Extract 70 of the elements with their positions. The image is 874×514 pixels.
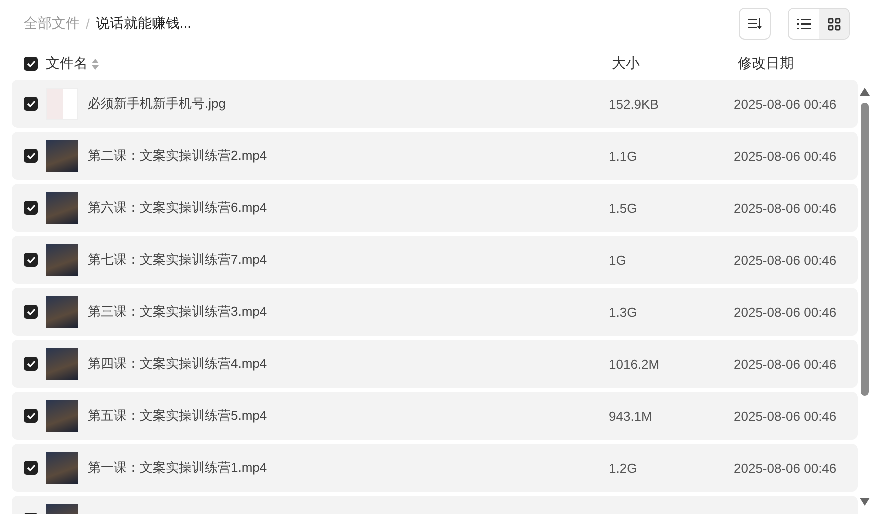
thumbnail-image (46, 452, 78, 484)
file-size: 943.1M (609, 408, 654, 424)
checkmark-icon (26, 360, 36, 368)
checkmark-icon (26, 308, 36, 316)
file-size: 1.3G (609, 304, 638, 320)
checkmark-icon (26, 152, 36, 160)
file-name: 第三课：文案实操训练营3.mp4 (88, 303, 268, 321)
file-size: 152.9KB (609, 96, 660, 112)
file-row[interactable]: 第一课：文案实操训练营1.mp4 1.2G 2025-08-06 00:46 (12, 444, 858, 492)
thumbnail-image (46, 192, 78, 224)
checkmark-icon (26, 256, 36, 264)
breadcrumb-link[interactable]: 说话就能赚钱... (96, 15, 192, 33)
file-size: 1.5G (609, 200, 638, 216)
file-row[interactable]: 第七课：文案实操训练营7.mp4 1G 2025-08-06 00:46 (12, 236, 858, 284)
file-name: 第五课：文案实操训练营5.mp4 (88, 407, 268, 425)
checkmark-icon (26, 204, 36, 212)
checkmark-icon (26, 60, 36, 68)
modified-date: 2025-08-06 00:46 (734, 304, 837, 320)
file-size: 1.1G (609, 148, 638, 164)
modified-date: 2025-08-06 00:46 (734, 200, 837, 216)
checkmark-icon (26, 100, 36, 108)
checkbox[interactable] (24, 253, 38, 267)
checkbox[interactable] (24, 57, 38, 71)
checkbox[interactable] (24, 305, 38, 319)
thumbnail-image (46, 348, 78, 380)
column-header[interactable]: 文件名 (46, 55, 88, 73)
modified-date: 2025-08-06 00:46 (734, 148, 837, 164)
sort-icon (748, 18, 762, 30)
modified-date: 2025-08-06 00:46 (734, 408, 837, 424)
checkbox[interactable] (24, 201, 38, 215)
sort-button[interactable] (739, 8, 771, 40)
grid-view-button[interactable] (819, 9, 849, 39)
checkbox[interactable] (24, 409, 38, 423)
checkbox[interactable] (24, 97, 38, 111)
thumbnail-image (46, 400, 78, 432)
grid-icon (828, 18, 840, 30)
modified-date: 2025-08-06 00:46 (734, 356, 837, 372)
modified-date: 2025-08-06 00:46 (734, 96, 837, 112)
file-row[interactable]: 第五课：文案实操训练营5.mp4 943.1M 2025-08-06 00:46 (12, 392, 858, 440)
file-name: 必须新手机新手机号.jpg (88, 95, 227, 113)
modified-date: 2025-08-06 00:46 (734, 252, 837, 268)
column-header[interactable]: 修改日期 (738, 55, 794, 73)
modified-date: 2025-08-06 00:46 (734, 460, 837, 476)
file-name: 第四课：文案实操训练营4.mp4 (88, 355, 268, 373)
list-icon (797, 18, 811, 30)
breadcrumb-separator: / (86, 16, 90, 32)
file-name: 第一课：文案实操训练营1.mp4 (88, 459, 268, 477)
checkmark-icon (26, 412, 36, 420)
thumbnail-image (46, 140, 78, 172)
checkbox[interactable] (24, 357, 38, 371)
thumbnail-image (46, 244, 78, 276)
scrollbar-thumb[interactable] (861, 103, 869, 396)
file-row[interactable]: 第二课：文案实操训练营2.mp4 1.1G 2025-08-06 00:46 (12, 132, 858, 180)
file-row[interactable]: 第三课：文案实操训练营3.mp4 1.3G 2025-08-06 00:46 (12, 288, 858, 336)
thumbnail-image (46, 296, 78, 328)
file-row[interactable]: 第六课：文案实操训练营6.mp4 1.5G 2025-08-06 00:46 (12, 184, 858, 232)
scroll-down-icon[interactable] (860, 498, 870, 506)
file-size: 1016.2M (609, 356, 661, 372)
file-row[interactable]: 第四课：文案实操训练营4.mp4 1016.2M 2025-08-06 00:46 (12, 340, 858, 388)
checkbox[interactable] (24, 461, 38, 475)
file-size: 1.2G (609, 460, 638, 476)
checkmark-icon (26, 464, 36, 472)
checkbox[interactable] (24, 149, 38, 163)
file-row[interactable]: 必须新手机新手机号.jpg 152.9KB 2025-08-06 00:46 (12, 80, 858, 128)
scroll-up-icon[interactable] (860, 88, 870, 96)
file-size: 1G (609, 252, 628, 268)
file-name: 第六课：文案实操训练营6.mp4 (88, 199, 268, 217)
file-name: 第二课：文案实操训练营2.mp4 (88, 147, 268, 165)
file-name: 第七课：文案实操训练营7.mp4 (88, 251, 268, 269)
column-header[interactable]: 大小 (612, 55, 738, 73)
